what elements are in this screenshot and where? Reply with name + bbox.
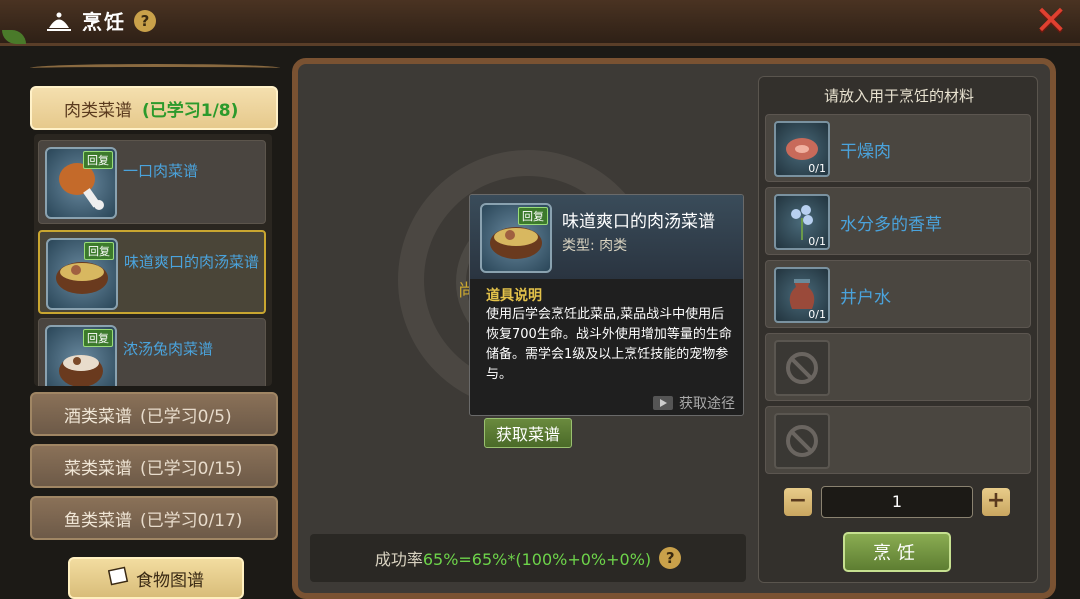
tooltip-description: 使用后学会烹饪此菜品,菜品战斗中使用后恢复700生命。战斗外使用增加等量的生命储… [486, 307, 732, 382]
page-title: 烹饪 [82, 10, 126, 34]
category-progress: (已学习1/8) [142, 100, 239, 121]
quantity-input[interactable]: 1 [821, 486, 973, 518]
empty-slot [774, 340, 830, 396]
recipe-name: 浓汤兔肉菜谱 [123, 340, 214, 358]
help-icon[interactable]: ? [659, 547, 682, 569]
material-slot-locked [765, 333, 1031, 401]
acquire-source-label: 获取途径 [679, 396, 735, 412]
category-label: 酒类菜谱 [64, 406, 132, 427]
recipe-item-selected[interactable]: 回复 味道爽口的肉汤菜谱 [38, 230, 266, 314]
material-count: 0/1 [808, 308, 826, 321]
soup-pot-icon: 回复 [46, 238, 118, 310]
top-bar [0, 0, 1080, 46]
category-label: 菜类菜谱 [64, 458, 132, 479]
food-atlas-label: 食物图谱 [136, 570, 204, 591]
material-slot[interactable]: 0/1 井户水 [765, 260, 1031, 328]
help-icon[interactable]: ? [134, 9, 156, 32]
category-label: 鱼类菜谱 [64, 510, 132, 531]
herb-icon: 0/1 [774, 194, 830, 250]
play-icon [653, 396, 673, 410]
category-progress: (已学习0/5) [140, 406, 232, 427]
material-slot[interactable]: 0/1 干燥肉 [765, 114, 1031, 182]
book-icon [107, 566, 130, 591]
success-rate-bar: 成功率65%=65%*(100%+0%+0%) ? [310, 534, 746, 582]
recipe-item[interactable]: 回复 浓汤兔肉菜谱 [38, 318, 266, 386]
soup-pot-icon: 回复 [480, 203, 552, 273]
tooltip-description-title: 道具说明 [486, 288, 542, 304]
category-tab-fish[interactable]: 鱼类菜谱 (已学习0/17) [30, 496, 278, 540]
empty-slot [774, 413, 830, 469]
material-count: 0/1 [808, 162, 826, 175]
materials-title: 请放入用于烹饪的材料 [823, 87, 974, 105]
quantity-stepper: − 1 + [784, 486, 1020, 518]
prohibited-icon [786, 425, 818, 457]
material-slot[interactable]: 0/1 水分多的香草 [765, 187, 1031, 255]
food-atlas-button[interactable]: 食物图谱 [68, 557, 244, 599]
rope-decoration [30, 64, 280, 72]
recipe-list: 回复 一口肉菜谱 回复 味道爽口的肉汤菜谱 回复 浓汤兔肉菜谱 [34, 134, 272, 386]
material-count: 0/1 [808, 235, 826, 248]
recipe-item[interactable]: 回复 一口肉菜谱 [38, 140, 266, 224]
tooltip-header: 回复 味道爽口的肉汤菜谱 类型: 肉类 [470, 195, 743, 279]
category-progress: (已学习0/15) [140, 458, 243, 479]
restore-tag: 回复 [84, 242, 114, 260]
decrease-button[interactable]: − [784, 488, 812, 516]
success-rate-label: 成功率 [374, 550, 423, 569]
category-progress: (已学习0/17) [140, 510, 243, 531]
recipe-name: 一口肉菜谱 [123, 162, 199, 180]
tooltip-item-name: 味道爽口的肉汤菜谱 [562, 212, 715, 232]
restore-tag: 回复 [83, 329, 113, 347]
water-jar-icon: 0/1 [774, 267, 830, 323]
get-recipe-button[interactable]: 获取菜谱 [484, 418, 572, 448]
material-name: 水分多的香草 [840, 215, 942, 235]
category-label: 肉类菜谱 [64, 100, 132, 121]
cloche-icon [44, 8, 74, 34]
restore-tag: 回复 [518, 207, 548, 225]
category-tab-wine[interactable]: 酒类菜谱 (已学习0/5) [30, 392, 278, 436]
stew-bowl-icon: 回复 [45, 325, 117, 386]
category-tab-vegetable[interactable]: 菜类菜谱 (已学习0/15) [30, 444, 278, 488]
material-name: 干燥肉 [840, 142, 891, 162]
material-slot-locked [765, 406, 1031, 474]
title-bar: 烹饪 ? [44, 6, 156, 35]
recipe-name: 味道爽口的肉汤菜谱 [124, 253, 260, 271]
drumstick-icon: 回复 [45, 147, 117, 219]
category-tab-meat[interactable]: 肉类菜谱 (已学习1/8) [30, 86, 278, 130]
tooltip-item-type: 类型: 肉类 [562, 238, 628, 254]
restore-tag: 回复 [83, 151, 113, 169]
cook-button[interactable]: 烹饪 [843, 532, 951, 572]
prohibited-icon [786, 352, 818, 384]
close-icon[interactable]: ✕ [1032, 1, 1070, 41]
acquire-source-link[interactable]: 获取途径 [653, 393, 735, 413]
success-rate-value: 65%=65%*(100%+0%+0%) [422, 550, 652, 569]
dried-meat-icon: 0/1 [774, 121, 830, 177]
increase-button[interactable]: + [982, 488, 1010, 516]
item-tooltip: 回复 味道爽口的肉汤菜谱 类型: 肉类 道具说明 使用后学会烹饪此菜品,菜品战斗… [469, 194, 744, 416]
material-name: 井户水 [840, 288, 891, 308]
